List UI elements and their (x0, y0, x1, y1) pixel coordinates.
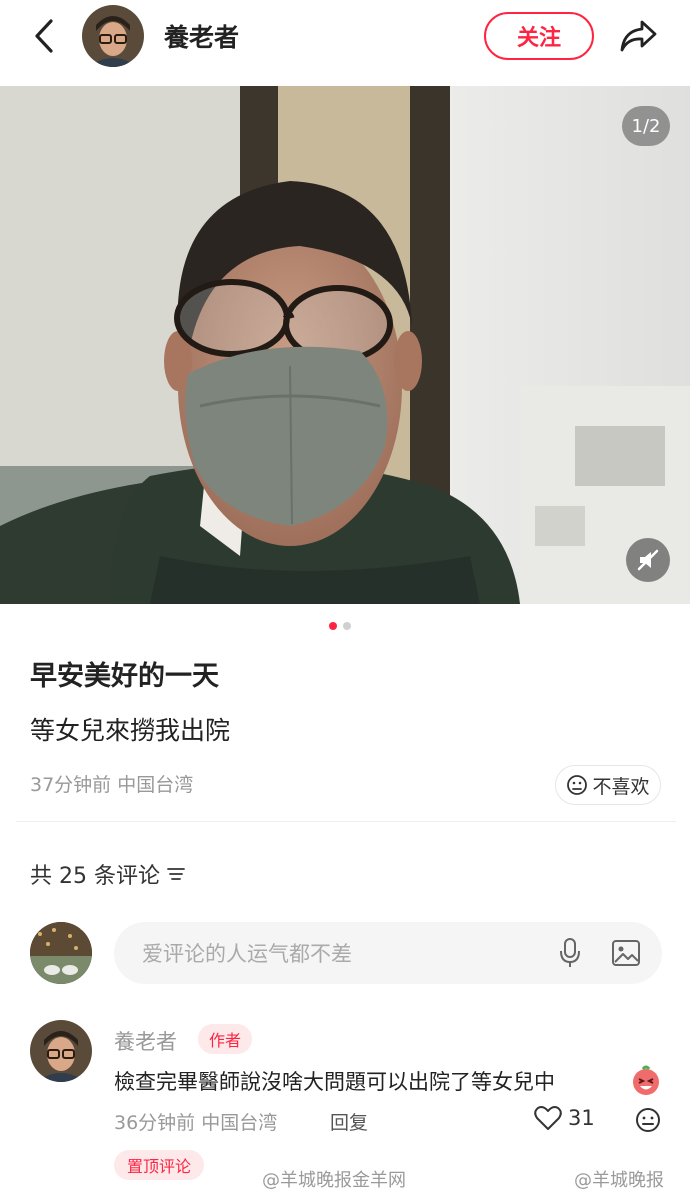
like-count: 31 (568, 1106, 595, 1130)
photo-counter: 1/2 (622, 106, 670, 146)
comment-text: 檢查完畢醫師說沒啥大問題可以出院了等女兒中 (114, 1070, 555, 1094)
pinned-comment-badge: 置顶评论 (114, 1150, 204, 1180)
chevron-left-icon (35, 19, 53, 53)
top-bar: 養老者 关注 (0, 0, 690, 86)
carousel-dot (343, 622, 351, 630)
sad-face-icon (567, 775, 588, 795)
voice-input-button[interactable] (554, 935, 586, 971)
speaker-muted-icon (637, 549, 659, 571)
watermark-2: @羊城晚报 (574, 1170, 664, 1191)
reply-button[interactable]: 回复 (330, 1108, 368, 1135)
comment-meta: 36分钟前 中国台湾 (114, 1112, 278, 1134)
laughing-emoji-icon (633, 1065, 659, 1095)
comment-input-placeholder: 爱评论的人运气都不差 (142, 942, 352, 966)
mute-button[interactable] (626, 538, 670, 582)
author-badge: 作者 (198, 1024, 252, 1054)
post-body: 等女兒來撈我出院 (30, 716, 231, 745)
watermark-1: @羊城晚报金羊网 (262, 1170, 406, 1191)
like-button[interactable]: 31 (534, 1105, 595, 1131)
heart-icon (534, 1106, 562, 1130)
post-meta: 37分钟前 中国台湾 (30, 774, 194, 796)
divider (16, 821, 676, 822)
follow-button[interactable]: 关注 (484, 12, 594, 60)
sort-icon (167, 868, 185, 880)
selfie-photo (0, 86, 690, 604)
dislike-button[interactable]: 不喜欢 (555, 765, 661, 805)
share-button[interactable] (614, 12, 662, 60)
comment-count[interactable]: 共 25 条评论 (30, 858, 186, 890)
image-icon (612, 940, 640, 966)
author-avatar[interactable] (82, 5, 144, 67)
carousel-dot-active (329, 622, 337, 630)
author-name[interactable]: 養老者 (164, 18, 239, 54)
comment-count-label: 共 25 条评论 (30, 864, 160, 889)
share-icon (620, 20, 657, 52)
user-avatar[interactable] (30, 922, 92, 984)
dislike-label: 不喜欢 (592, 775, 650, 798)
post-title: 早安美好的一天 (30, 661, 219, 692)
comment-author-name[interactable]: 養老者 (114, 1026, 177, 1056)
comment-author-avatar[interactable] (30, 1020, 92, 1082)
microphone-icon (560, 938, 580, 967)
image-upload-button[interactable] (608, 935, 644, 971)
back-button[interactable] (24, 14, 64, 58)
carousel-indicator (329, 622, 351, 630)
comment-dislike-icon[interactable] (634, 1106, 662, 1134)
post-photo[interactable]: 1/2 (0, 86, 690, 604)
